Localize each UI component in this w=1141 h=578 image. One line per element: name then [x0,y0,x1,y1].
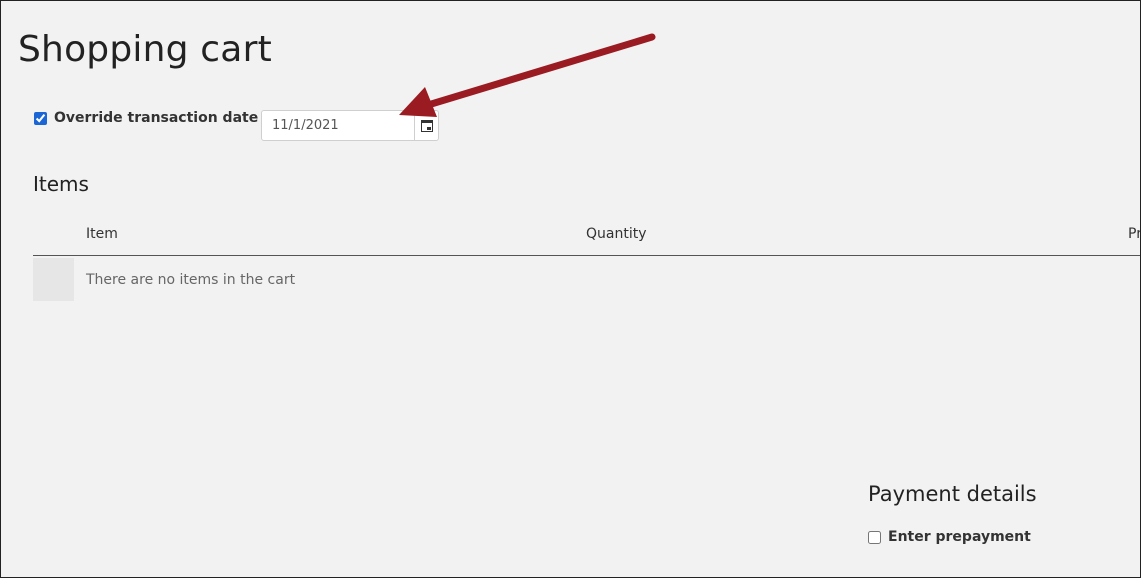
page-title: Shopping cart [18,29,272,70]
table-row-empty: There are no items in the cart [33,258,295,301]
enter-prepayment-checkbox[interactable] [868,530,881,544]
enter-prepayment-label: Enter prepayment [888,529,1031,545]
column-header-item: Item [86,226,118,242]
prepayment-row: Enter prepayment [868,529,1031,545]
empty-cart-message: There are no items in the cart [86,271,296,288]
date-picker-button[interactable] [414,111,438,140]
override-date-row: Override transaction date [34,110,258,126]
column-header-price: Pr [1128,226,1141,242]
transaction-date-field [261,110,439,141]
row-thumbnail [33,258,74,301]
override-date-label: Override transaction date [54,110,259,126]
items-table-header: Item Quantity Pr [33,222,1141,256]
payment-details-heading: Payment details [868,482,1037,506]
items-heading: Items [33,172,89,196]
override-date-checkbox[interactable] [34,111,47,125]
transaction-date-input[interactable] [262,110,414,141]
calendar-icon [420,119,433,132]
column-header-quantity: Quantity [586,226,647,242]
